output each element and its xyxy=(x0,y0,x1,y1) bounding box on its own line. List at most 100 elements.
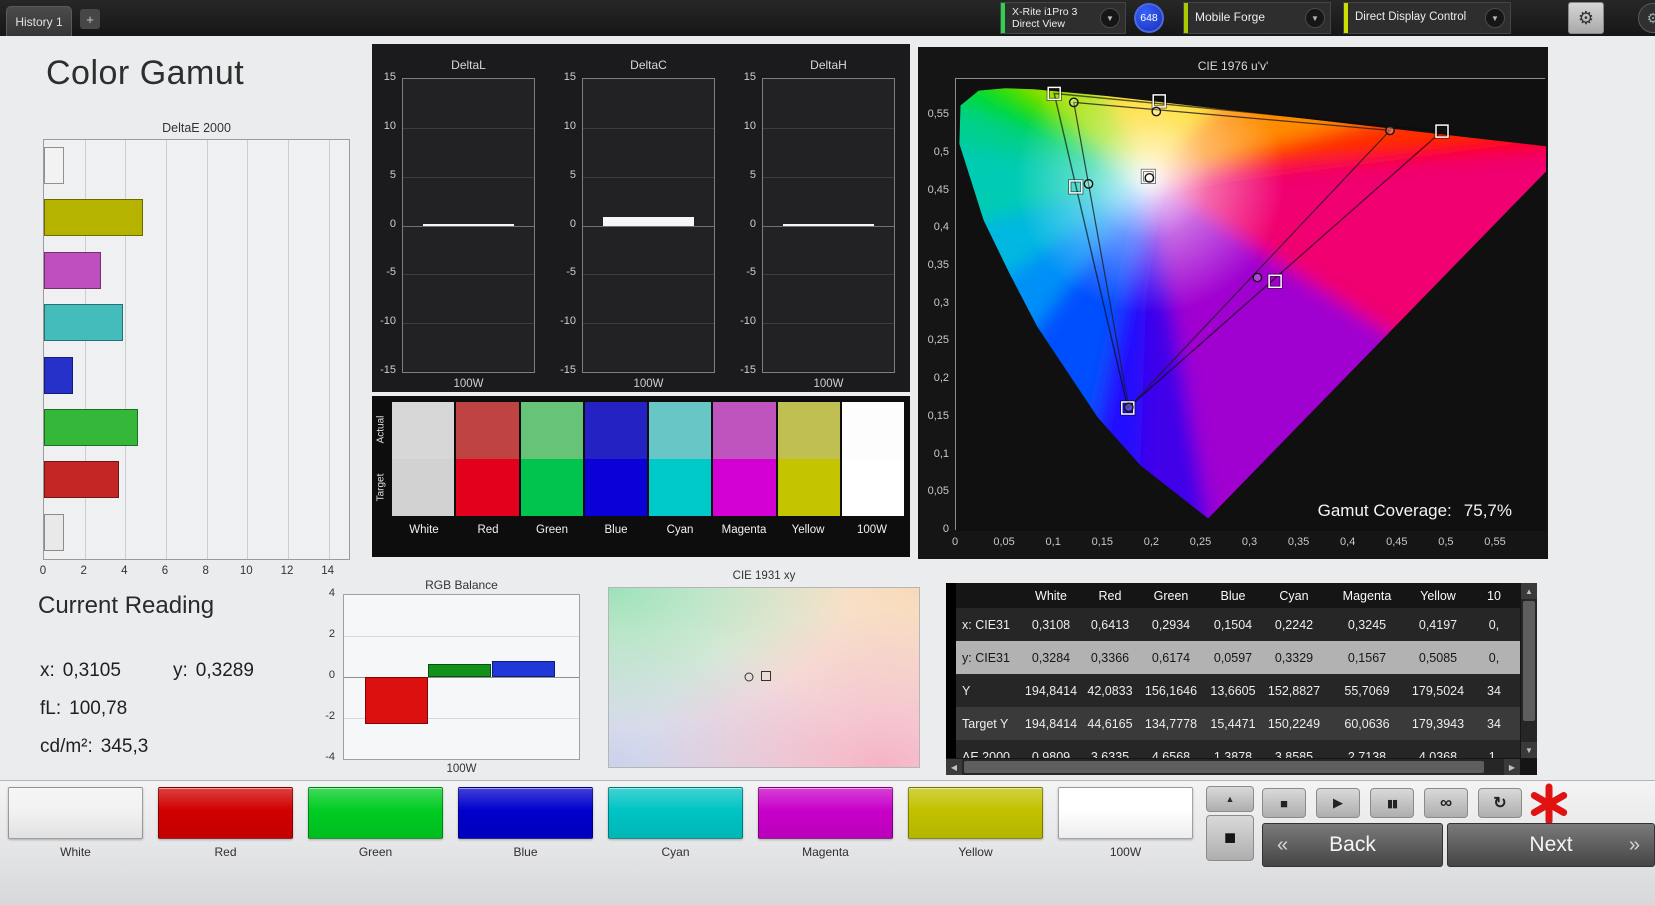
rgb-balance-plot xyxy=(343,594,580,760)
scroll-left-icon[interactable]: ◀ xyxy=(946,759,962,775)
table-row-label: Target Y xyxy=(956,717,1020,731)
gamut-coverage-value: 75,7% xyxy=(1464,501,1512,520)
autocal-asterisk-icon[interactable] xyxy=(1528,783,1570,825)
gridline xyxy=(763,177,894,178)
patch-slot: Green xyxy=(308,787,458,867)
scroll-up-icon[interactable]: ▲ xyxy=(1521,583,1537,599)
patch-label: Red xyxy=(158,845,293,859)
source-dropdown-label: Mobile Forge xyxy=(1188,11,1300,25)
gridline xyxy=(403,226,534,227)
patch-button-white[interactable] xyxy=(8,787,143,839)
table-cell: 60,0636 xyxy=(1326,717,1408,731)
refresh-icon: ↻ xyxy=(1493,793,1506,813)
table-cell: 15,4471 xyxy=(1204,717,1262,731)
gridline xyxy=(403,177,534,178)
continuous-measure-button[interactable]: ∞ xyxy=(1424,788,1468,818)
table-cell: 156,1646 xyxy=(1138,684,1204,698)
swatch-target-blue xyxy=(585,459,647,516)
table-row[interactable]: Y194,841442,0833156,164613,6605152,88275… xyxy=(956,674,1520,707)
swatch-actual-blue xyxy=(585,402,647,459)
measurement-count-badge[interactable]: 648 xyxy=(1134,3,1164,33)
horizontal-scroll-thumb[interactable] xyxy=(964,761,1484,773)
table-cell: 34 xyxy=(1468,684,1520,698)
deltae-bar-cyan xyxy=(44,304,123,341)
patch-button-yellow[interactable] xyxy=(908,787,1043,839)
scroll-right-icon[interactable]: ▶ xyxy=(1504,759,1520,775)
patch-button-100w[interactable] xyxy=(1058,787,1193,839)
swatch-comparison-panel: Actual Target WhiteRedGreenBlueCyanMagen… xyxy=(372,396,910,557)
swatch-target-100w xyxy=(842,459,904,516)
source-dropdown[interactable]: Mobile Forge ▼ xyxy=(1183,2,1331,34)
patch-button-magenta[interactable] xyxy=(758,787,893,839)
patch-button-green[interactable] xyxy=(308,787,443,839)
table-horizontal-scrollbar[interactable]: ◀ ▶ xyxy=(946,759,1520,775)
pause-button[interactable]: ▮▮ xyxy=(1370,788,1414,818)
chevron-down-icon[interactable]: ▼ xyxy=(1305,8,1325,28)
stop-button[interactable]: ■ xyxy=(1262,788,1306,818)
axis-tick-label: 14 xyxy=(318,565,338,577)
scroll-down-icon[interactable]: ▼ xyxy=(1521,742,1537,758)
table-cell: 0,1567 xyxy=(1326,651,1408,665)
chart-deltah: DeltaH 151050-5-10-15 100W xyxy=(732,44,898,392)
gridline xyxy=(583,323,714,324)
table-header-row: WhiteRedGreenBlueCyanMagentaYellow10 xyxy=(956,583,1520,608)
patch-size-up-button[interactable]: ▲ xyxy=(1206,786,1254,812)
axis-tick-label: 0,2 xyxy=(919,372,949,384)
table-row[interactable]: y: CIE310,32840,33660,61740,05970,33290,… xyxy=(956,641,1520,674)
app-menu-button[interactable]: ⚙ xyxy=(1638,3,1655,33)
axis-tick-label: 5 xyxy=(372,169,396,181)
chevron-down-icon[interactable]: ▼ xyxy=(1485,8,1505,28)
vertical-scroll-thumb[interactable] xyxy=(1523,601,1535,721)
y-axis-labels: 151050-5-10-15 xyxy=(552,78,579,373)
table-header-cell: 10 xyxy=(1468,589,1520,603)
axis-tick-label: 0,35 xyxy=(1279,536,1319,548)
add-tab-button[interactable]: + xyxy=(80,9,100,29)
infinity-icon: ∞ xyxy=(1440,793,1452,813)
table-row[interactable]: Target Y194,841444,6165134,777815,447115… xyxy=(956,707,1520,740)
table-vertical-scrollbar[interactable]: ▲ ▼ xyxy=(1521,583,1537,758)
patch-label: 100W xyxy=(1058,845,1193,859)
next-button[interactable]: Next » xyxy=(1447,823,1655,867)
rgb-balance-x-label: 100W xyxy=(343,763,580,775)
gridline xyxy=(583,274,714,275)
settings-gear-button[interactable]: ⚙ xyxy=(1568,2,1604,34)
patch-button-cyan[interactable] xyxy=(608,787,743,839)
table-row[interactable]: x: CIE310,31080,64130,29340,15040,22420,… xyxy=(956,608,1520,641)
patch-label: Green xyxy=(308,845,443,859)
play-button[interactable]: ▶ xyxy=(1316,788,1360,818)
axis-tick-label: 0,4 xyxy=(1328,536,1368,548)
swatch-actual-magenta xyxy=(713,402,775,459)
patch-button-red[interactable] xyxy=(158,787,293,839)
chart-title: DeltaL xyxy=(402,58,535,72)
back-button[interactable]: « Back xyxy=(1262,823,1443,867)
refresh-button[interactable]: ↻ xyxy=(1478,788,1522,818)
patch-window-icon: ■ xyxy=(1224,827,1236,850)
axis-tick-label: -15 xyxy=(732,364,756,376)
table-header-cell: Blue xyxy=(1204,589,1262,603)
cie31-marker-square xyxy=(761,671,771,681)
meter-dropdown[interactable]: X-Rite i1Pro 3 Direct View ▼ xyxy=(1000,2,1126,34)
patch-button-blue[interactable] xyxy=(458,787,593,839)
gridline xyxy=(403,274,534,275)
axis-tick-label: 0,15 xyxy=(1082,536,1122,548)
history-tab[interactable]: History 1 xyxy=(6,6,72,36)
cie1931-title: CIE 1931 xy xyxy=(608,570,920,582)
chevron-down-icon[interactable]: ▼ xyxy=(1100,8,1120,28)
axis-tick-label: 5 xyxy=(552,169,576,181)
axis-tick-label: -2 xyxy=(313,710,335,722)
table-header-cell: White xyxy=(1020,589,1082,603)
table-cell: 0,6174 xyxy=(1138,651,1204,665)
axis-tick-label: 15 xyxy=(732,71,756,83)
gridline xyxy=(288,140,289,559)
swatch-label: Magenta xyxy=(712,524,776,536)
stop-icon: ■ xyxy=(1280,796,1288,811)
patch-control-bar: WhiteRedGreenBlueCyanMagentaYellow100W ▲… xyxy=(0,780,1655,905)
swatch-label: Red xyxy=(456,524,520,536)
reading-x: x:0,3105 xyxy=(40,660,121,682)
display-control-dropdown[interactable]: Direct Display Control ▼ xyxy=(1343,2,1511,34)
meter-mode: Direct View xyxy=(1012,18,1095,30)
patch-window-button[interactable]: ■ xyxy=(1206,815,1254,861)
x-axis-label: 100W xyxy=(402,378,535,390)
table-row[interactable]: ΔE 20000,98093,63354,65681,38783,85852,7… xyxy=(956,740,1520,758)
swatch-actual-white xyxy=(392,402,454,459)
